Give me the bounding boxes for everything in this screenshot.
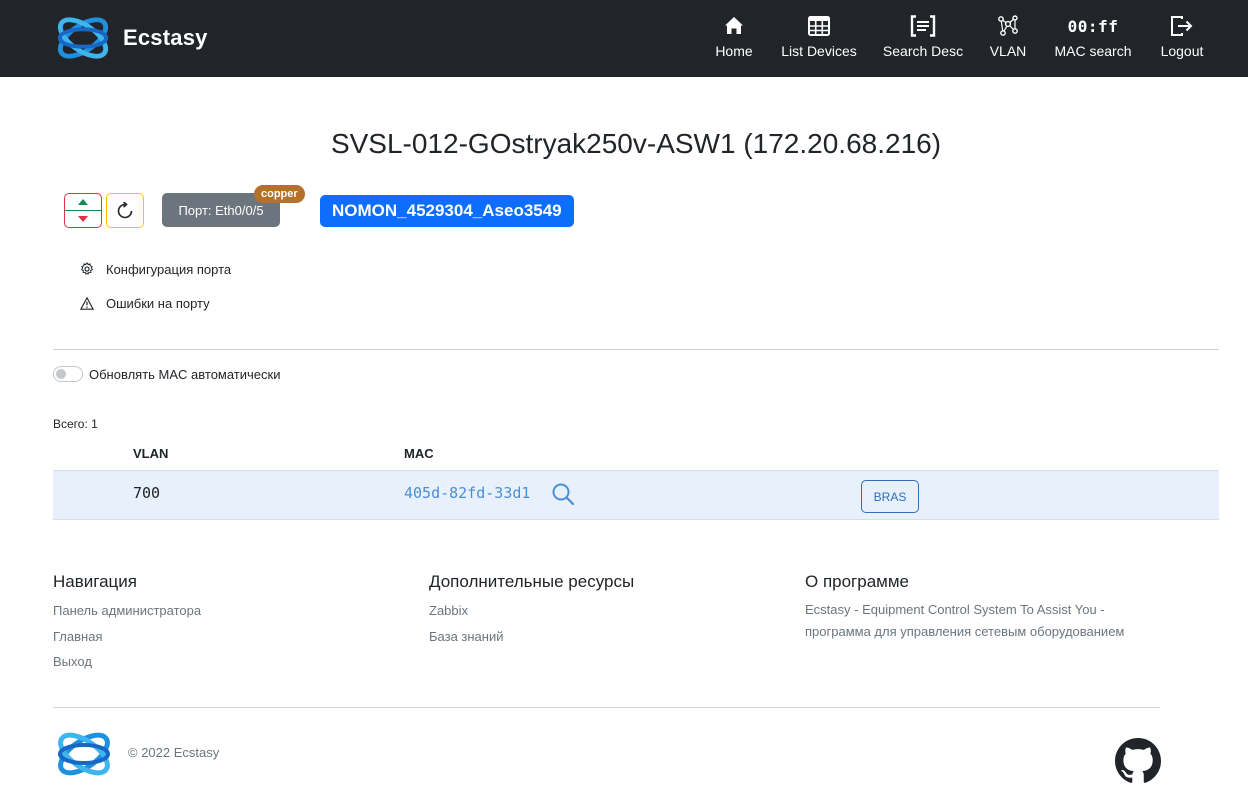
brand-link[interactable]: Ecstasy [52,8,208,68]
cell-mac-link[interactable]: 405d-82fd-33d1 [404,484,530,502]
port-description-badge: NOMON_4529304_Aseo3549 [320,195,574,227]
header-mac: MAC [404,446,434,461]
device-title: SVSL-012-GOstryak250v-ASW1 (172.20.68.21… [330,128,942,159]
total-count: Всего: 1 [53,417,98,431]
nav-search-desc[interactable]: Search Desc [882,0,964,77]
switch-knob [56,369,66,379]
table-row [53,470,1219,520]
ecstasy-logo-icon [57,17,109,59]
footer-link-logout[interactable]: Выход [53,654,92,669]
footer-link-zabbix[interactable]: Zabbix [429,603,468,618]
nav-logout[interactable]: Logout [1157,0,1207,77]
port-config-link[interactable]: Конфигурация порта [78,260,231,278]
mac-glyph-icon: 00:ff [1068,13,1119,39]
copyright-text: © 2022 Ecstasy [128,745,220,760]
nav-vlan-label: VLAN [989,43,1027,59]
logout-icon [1170,13,1194,39]
ecstasy-footer-logo-icon [58,732,110,776]
footer-link-home[interactable]: Главная [53,629,102,644]
section-divider [53,349,1219,350]
gear-icon [78,260,96,278]
bras-button[interactable]: BRAS [861,480,919,513]
footer-about-text: Ecstasy - Equipment Control System To As… [805,599,1185,643]
header-vlan: VLAN [133,446,169,461]
top-navbar: Ecstasy Home List Devices Search Desc VL… [0,0,1248,77]
footer-resources-title: Дополнительные ресурсы [429,572,635,591]
nav-list-devices[interactable]: List Devices [779,0,859,77]
network-graph-icon [997,13,1019,39]
nav-mac-search-label: MAC search [1054,43,1132,59]
nav-home-label: Home [715,43,753,59]
mac-glyph-text: 00:ff [1067,16,1119,36]
search-text-icon [910,13,936,39]
port-down-icon [65,211,101,228]
warning-icon [78,294,96,312]
table-icon [808,13,830,39]
footer-about-title: О программе [805,572,910,591]
nav-mac-search[interactable]: 00:ff MAC search [1053,0,1133,77]
reload-icon [117,201,133,218]
port-errors-label: Ошибки на порту [106,295,210,311]
port-config-label: Конфигурация порта [106,261,232,277]
auto-refresh-label: Обновлять MAC автоматически [89,366,281,382]
auto-refresh-row: Обновлять MAC автоматически [53,366,280,382]
port-reload-button[interactable] [106,193,144,228]
nav-vlan[interactable]: VLAN [986,0,1030,77]
port-up-down-button[interactable] [64,193,102,228]
footer-about-line-1: Ecstasy - Equipment Control System To As… [805,602,1105,617]
nav-search-desc-label: Search Desc [882,43,964,59]
search-icon[interactable] [551,482,575,511]
auto-refresh-switch[interactable] [53,366,83,382]
footer-nav-title: Навигация [53,572,137,591]
brand-name: Ecstasy [123,25,208,50]
footer-about-line-2: программа для управления сетевым оборудо… [805,624,1125,639]
home-icon [724,13,744,39]
port-up-icon [65,194,101,211]
nav-home[interactable]: Home [711,0,757,77]
footer-link-knowledge-base[interactable]: База знаний [429,629,504,644]
nav-list-devices-label: List Devices [781,43,857,59]
nav-logout-label: Logout [1160,43,1204,59]
footer-divider [53,707,1160,708]
port-media-badge: copper [254,185,305,203]
port-errors-link[interactable]: Ошибки на порту [78,294,210,312]
footer-link-admin[interactable]: Панель администратора [53,603,201,618]
cell-vlan: 700 [133,484,161,502]
github-icon[interactable] [1115,738,1161,789]
